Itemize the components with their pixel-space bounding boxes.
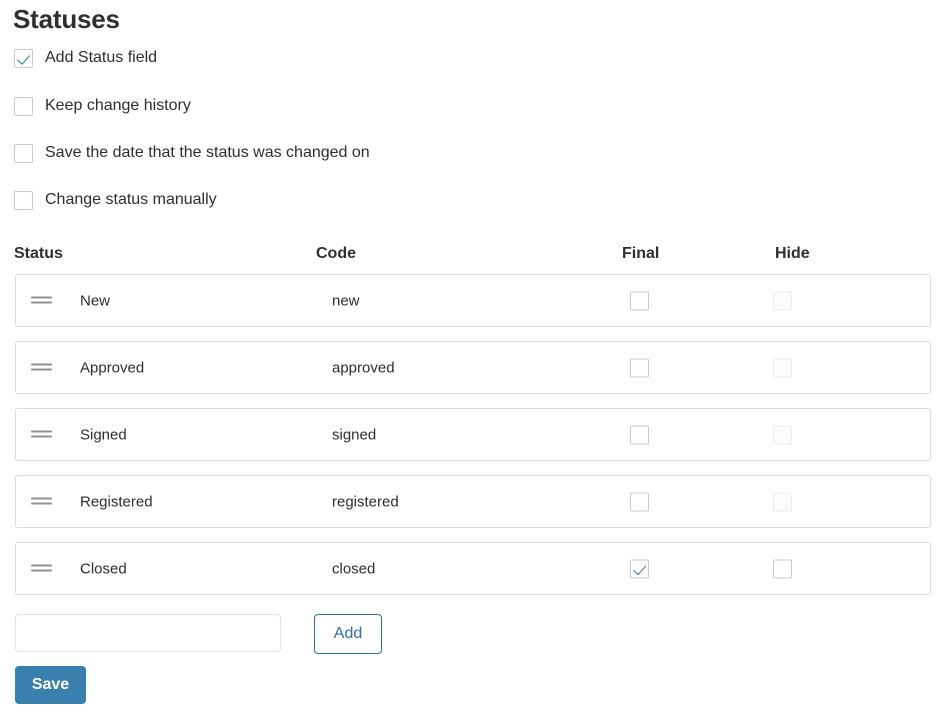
option-label: Change status manually (45, 191, 217, 208)
option-checkbox[interactable] (14, 190, 33, 210)
final-cell (630, 492, 649, 511)
table-row[interactable]: Signed signed (15, 408, 931, 461)
status-name-cell: New (80, 292, 111, 309)
hide-checkbox (773, 291, 792, 310)
table-row[interactable]: Approved approved (15, 341, 931, 394)
status-name-cell: Closed (80, 560, 127, 577)
statuses-table: Status Code Final Hide New new Approved app… (0, 243, 946, 609)
hide-cell (773, 559, 792, 578)
final-cell (630, 425, 649, 444)
hide-checkbox[interactable] (773, 559, 792, 578)
drag-handle-icon[interactable] (31, 430, 52, 439)
final-cell (630, 358, 649, 377)
table-row[interactable]: Registered registered (15, 475, 931, 528)
hide-cell (773, 492, 792, 511)
status-code-cell: registered (332, 493, 399, 510)
hide-cell (773, 358, 792, 377)
option-row[interactable]: Add Status field (14, 44, 914, 72)
column-header-hide: Hide (775, 245, 810, 262)
final-checkbox[interactable] (630, 358, 649, 377)
status-name-cell: Signed (80, 426, 127, 443)
add-status-bar: Add (0, 614, 946, 656)
status-code-cell: signed (332, 426, 377, 443)
column-header-code: Code (316, 245, 356, 262)
drag-handle-icon[interactable] (31, 564, 52, 573)
status-name-cell: Approved (80, 359, 145, 376)
hide-checkbox (773, 425, 792, 444)
option-checkbox[interactable] (14, 48, 33, 68)
status-code-cell: approved (332, 359, 395, 376)
hide-checkbox (773, 358, 792, 377)
statuses-settings-page: Statuses Add Status field Keep change his… (0, 0, 946, 712)
column-header-status: Status (14, 245, 63, 262)
option-label: Add Status field (45, 49, 158, 66)
final-checkbox[interactable] (630, 425, 649, 444)
table-row[interactable]: New new (15, 274, 931, 327)
final-checkbox[interactable] (630, 492, 649, 511)
option-checkbox[interactable] (14, 96, 33, 116)
option-label: Keep change history (45, 97, 191, 114)
table-row[interactable]: Closed closed (15, 542, 931, 595)
drag-handle-icon[interactable] (31, 497, 52, 506)
new-status-input[interactable] (15, 614, 281, 652)
status-code-cell: closed (332, 560, 376, 577)
option-label: Save the date that the status was change… (45, 144, 370, 161)
page-title: Statuses (13, 4, 120, 34)
column-header-final: Final (622, 245, 660, 262)
final-checkbox[interactable] (630, 559, 649, 578)
option-row[interactable]: Keep change history (14, 92, 914, 120)
table-body: New new Approved approved Signed signed Regist… (0, 274, 946, 595)
drag-handle-icon[interactable] (31, 363, 52, 372)
status-code-cell: new (332, 292, 360, 309)
status-options-group: Add Status field Keep change history Save … (14, 44, 914, 233)
option-checkbox[interactable] (14, 143, 33, 163)
final-cell (630, 291, 649, 310)
save-button[interactable]: Save (15, 666, 86, 704)
table-header-row: Status Code Final Hide (0, 243, 946, 273)
final-cell (630, 559, 649, 578)
hide-cell (773, 425, 792, 444)
option-row[interactable]: Change status manually (14, 186, 914, 214)
hide-cell (773, 291, 792, 310)
add-status-button[interactable]: Add (314, 614, 382, 654)
option-row[interactable]: Save the date that the status was change… (14, 139, 914, 167)
final-checkbox[interactable] (630, 291, 649, 310)
status-name-cell: Registered (80, 493, 153, 510)
hide-checkbox (773, 492, 792, 511)
drag-handle-icon[interactable] (31, 296, 52, 305)
